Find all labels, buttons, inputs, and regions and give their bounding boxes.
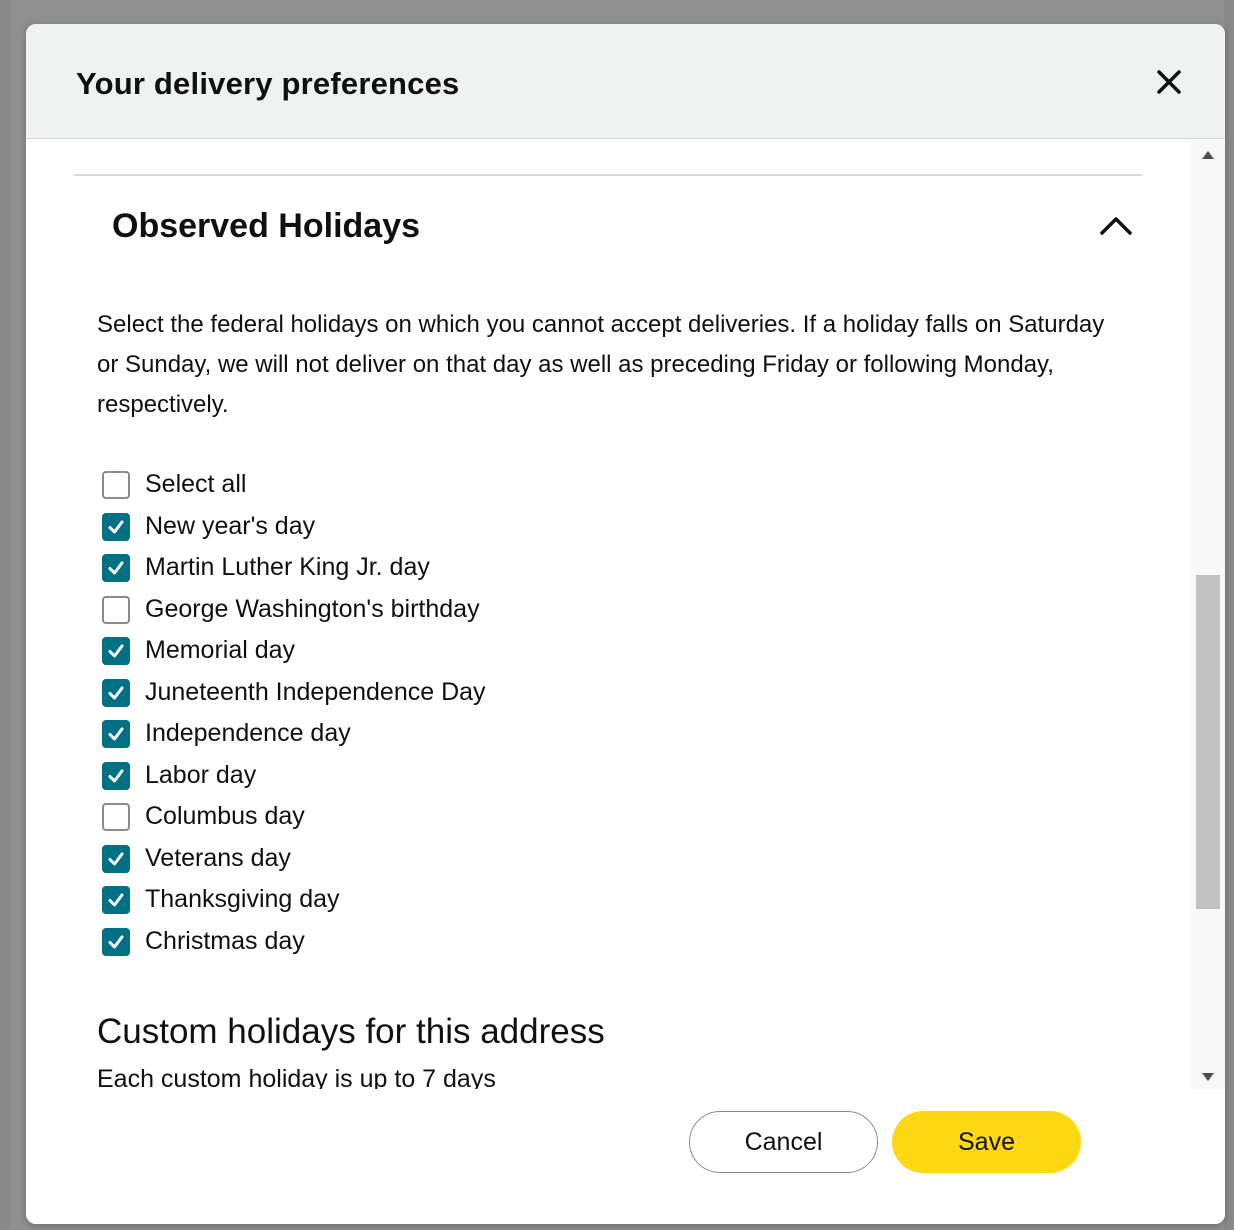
holiday-label: Select all	[145, 470, 247, 498]
holiday-label: Veterans day	[145, 843, 291, 872]
modal-footer: Cancel Save	[26, 1089, 1225, 1224]
close-button[interactable]	[1151, 64, 1187, 100]
holiday-label: Memorial day	[145, 636, 296, 664]
checkbox-unchecked[interactable]	[102, 803, 130, 831]
checkmark-icon	[108, 561, 124, 575]
checkbox-unchecked[interactable]	[102, 471, 130, 499]
modal-scroll-content: Observed Holidays Select the federal hol…	[26, 139, 1225, 1089]
cancel-button[interactable]: Cancel	[689, 1111, 878, 1173]
checkbox-checked[interactable]	[102, 844, 130, 873]
holiday-label: Martin Luther King Jr. day	[145, 553, 430, 581]
holiday-label: Juneteenth Independence Day	[145, 677, 486, 706]
backdrop-right-edge	[1224, 0, 1234, 1230]
modal-title: Your delivery preferences	[76, 66, 460, 101]
section-divider	[74, 174, 1142, 176]
backdrop-left-edge	[0, 0, 10, 1230]
scroll-up-arrow-icon[interactable]	[1202, 151, 1214, 159]
custom-holidays-title: Custom holidays for this address	[97, 1012, 605, 1051]
checkmark-icon	[108, 769, 124, 782]
checkmark-icon	[108, 727, 124, 741]
checkbox-checked[interactable]	[102, 554, 130, 582]
holiday-label: Columbus day	[145, 802, 305, 830]
holiday-label: New year's day	[145, 511, 316, 540]
close-icon	[1157, 70, 1181, 94]
scrollbar[interactable]	[1191, 139, 1225, 1089]
custom-holidays-subtitle: Each custom holiday is up to 7 days	[97, 1065, 496, 1089]
checkbox-checked[interactable]	[102, 720, 130, 748]
checkmark-icon	[108, 644, 124, 658]
modal-header: Your delivery preferences	[26, 24, 1225, 139]
checkmark-icon	[108, 893, 124, 907]
checkmark-icon	[108, 852, 124, 865]
holiday-label: Labor day	[145, 760, 257, 789]
checkbox-checked[interactable]	[102, 637, 130, 665]
checkbox-checked[interactable]	[102, 678, 130, 707]
section-title: Observed Holidays	[112, 207, 421, 245]
checkbox-checked[interactable]	[102, 512, 130, 541]
checkbox-unchecked[interactable]	[102, 595, 130, 624]
holiday-label: George Washington's birthday	[145, 594, 480, 623]
checkmark-icon	[108, 935, 124, 948]
observed-holidays-toggle[interactable]: Observed Holidays	[112, 199, 1132, 259]
holidays-description: Select the federal holidays on which you…	[97, 311, 1105, 418]
checkbox-checked[interactable]	[102, 761, 130, 790]
checkbox-checked[interactable]	[102, 886, 130, 914]
holiday-label: Thanksgiving day	[145, 885, 340, 913]
checkbox-checked[interactable]	[102, 927, 130, 956]
save-button[interactable]: Save	[892, 1111, 1081, 1173]
delivery-preferences-modal: Your delivery preferences Observed Holid…	[26, 24, 1225, 1224]
holiday-label: Christmas day	[145, 926, 305, 955]
holiday-label: Independence day	[145, 719, 351, 747]
scroll-down-arrow-icon[interactable]	[1202, 1073, 1214, 1081]
scroll-thumb[interactable]	[1196, 575, 1220, 909]
checkmark-icon	[108, 520, 124, 533]
checkmark-icon	[108, 686, 124, 699]
chevron-up-icon	[1100, 217, 1132, 235]
